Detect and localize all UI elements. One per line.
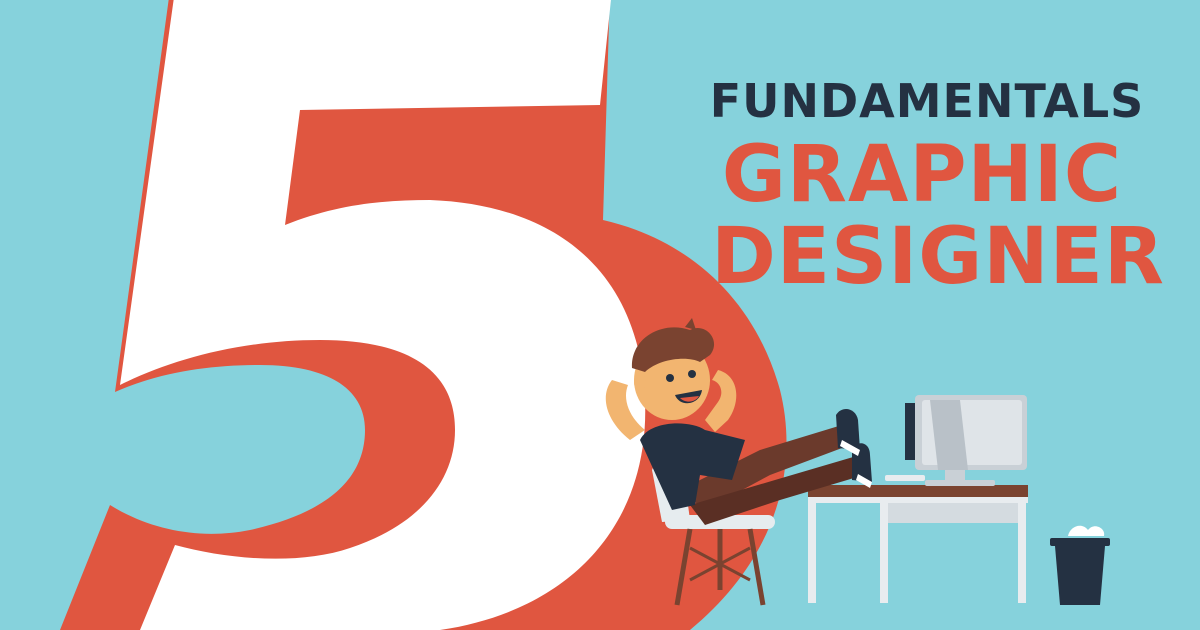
- designer-illustration: [605, 318, 1110, 606]
- computer-monitor-icon: [905, 395, 1027, 486]
- desk-icon: [808, 485, 1028, 603]
- keyboard-icon: [885, 475, 925, 481]
- designer-head: [631, 318, 715, 420]
- trash-bin-icon: [1050, 525, 1110, 605]
- banner-canvas: FUNDAMENTALS GRAPHIC DESIGNER: [0, 0, 1200, 630]
